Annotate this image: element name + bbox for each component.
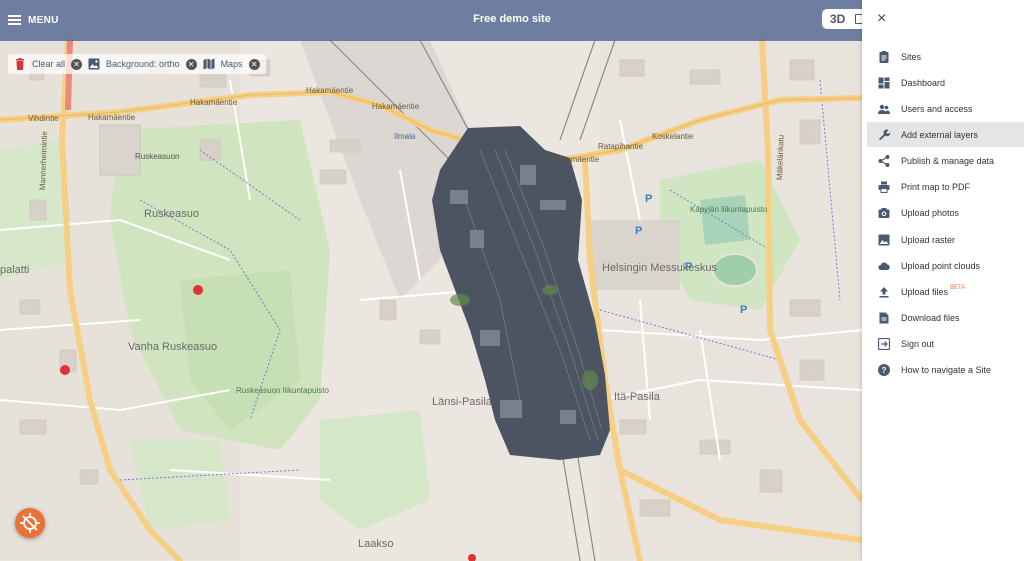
wrench-icon: [879, 129, 890, 140]
upload-icon: [879, 286, 889, 297]
image-icon: [878, 234, 890, 245]
map-label-park: Ruskeasuon liikuntapuisto: [236, 386, 329, 395]
location-disabled-icon: [20, 513, 40, 533]
menu-item-how-to-navigate[interactable]: ? How to navigate a Site: [867, 357, 1024, 382]
layer-chip-bar: Clear all ✕ Background: ortho ✕ Maps ✕: [8, 54, 266, 74]
side-menu-panel: × Sites Dashboard Users and access Add e…: [862, 0, 1024, 561]
map-label-road: Hakamäentie: [372, 102, 420, 111]
menu-item-users-and-access[interactable]: Users and access: [867, 96, 1024, 121]
menu-item-label: Sites: [901, 51, 922, 62]
view-3d-label: 3D: [830, 12, 846, 26]
image-icon: [88, 58, 100, 70]
menu-item-label: Upload photos: [901, 207, 960, 218]
menu-item-upload-raster[interactable]: Upload raster: [867, 227, 1024, 252]
menu-item-label: Print map to PDF: [901, 181, 971, 192]
menu-item-upload-photos[interactable]: Upload photos: [867, 200, 1024, 225]
remove-chip-icon[interactable]: ✕: [71, 58, 83, 70]
close-menu-button[interactable]: ×: [877, 10, 891, 27]
map-label-district: Ruskeasuo: [144, 208, 200, 220]
menu-item-label: How to navigate a Site: [901, 364, 992, 375]
map-label-road: Mäkelänkatu: [775, 134, 786, 181]
remove-chip-icon[interactable]: ✕: [248, 58, 260, 70]
map-label-building: Helsingin Messukeskus: [602, 262, 717, 274]
svg-text:P: P: [645, 193, 652, 205]
menu-item-download-files[interactable]: Download files: [867, 305, 1024, 330]
map-label-district: Laakso: [358, 538, 394, 550]
trash-icon: [16, 58, 24, 70]
map-label-place: Ruskeasuon: [135, 152, 180, 161]
chip-label: Maps: [220, 59, 243, 69]
map-canvas[interactable]: PP PP Hakamäentie Hakamäentie Hakamäenti…: [0, 0, 862, 561]
chip-clear-all[interactable]: Clear all ✕: [14, 58, 83, 70]
menu-item-add-external-layers[interactable]: Add external layers: [867, 122, 1024, 147]
remove-chip-icon[interactable]: ✕: [185, 58, 197, 70]
menu-item-sign-out[interactable]: Sign out: [867, 331, 1024, 356]
view-3d-toggle[interactable]: 3D: [822, 9, 865, 29]
chip-background[interactable]: Background: ortho ✕: [88, 58, 197, 70]
map-label-road: Hakamäentie: [306, 86, 354, 95]
help-icon: ?: [878, 363, 890, 376]
map-label-road: Ratapihantie: [598, 142, 643, 151]
menu-item-label: Publish & manage data: [901, 155, 995, 166]
chip-label: Clear all: [32, 59, 66, 69]
top-bar: MENU Free demo site 3D: [0, 0, 865, 41]
menu-item-upload-point-clouds[interactable]: Upload point clouds: [867, 253, 1024, 278]
menu-item-dashboard[interactable]: Dashboard: [867, 70, 1024, 95]
map-label-road: Hakamäentie: [552, 155, 600, 164]
menu-item-sites[interactable]: Sites: [867, 44, 1024, 69]
beta-badge: BETA: [950, 284, 966, 291]
svg-text:?: ?: [882, 366, 887, 375]
map-label-district: Länsi-Pasila: [432, 396, 492, 408]
menu-item-label: Download files: [901, 312, 960, 323]
map-label-district: Vanha Ruskeasuo: [128, 341, 218, 353]
svg-text:P: P: [740, 304, 747, 316]
chip-maps[interactable]: Maps ✕: [203, 58, 260, 70]
map-label-road: Vihdintie: [28, 114, 59, 123]
sign-out-icon: [878, 337, 890, 350]
map-label-district: palatti: [0, 264, 30, 276]
close-icon: ×: [877, 10, 887, 27]
clipboard-icon: [879, 50, 889, 63]
menu-item-label: Upload point clouds: [901, 260, 981, 271]
menu-item-label: Upload raster: [901, 234, 956, 245]
users-icon: [878, 104, 890, 114]
map-label-district: Itä-Pasila: [614, 391, 660, 403]
printer-icon: [878, 181, 890, 193]
menu-item-label: Users and access: [901, 103, 973, 114]
menu-item-label: Sign out: [901, 338, 935, 349]
menu-item-label: Dashboard: [901, 77, 946, 88]
dashboard-icon: [878, 77, 890, 88]
map-label-station: Ilmala: [394, 132, 416, 141]
map-background: PP PP: [0, 0, 862, 561]
map-label-road: Koskelantie: [652, 132, 694, 141]
svg-text:P: P: [635, 225, 642, 237]
chip-label: Background: ortho: [106, 59, 180, 69]
menu-item-print-map-to-pdf[interactable]: Print map to PDF: [867, 174, 1024, 199]
map-label-road: Hakamäentie: [190, 98, 238, 107]
camera-icon: [878, 207, 890, 218]
menu-item-publish-manage-data[interactable]: Publish & manage data: [867, 148, 1024, 173]
locate-button[interactable]: [15, 508, 45, 538]
cloud-icon: [878, 262, 890, 270]
menu-item-label: Upload files: [901, 286, 949, 297]
share-icon: [878, 154, 890, 167]
map-label-road: Hakamäentie: [88, 113, 136, 122]
menu-item-upload-files[interactable]: Upload files BETA: [867, 279, 1024, 304]
file-icon: [879, 312, 889, 323]
map-label-park: Käpylän liikuntapuisto: [690, 205, 768, 214]
menu-item-label: Add external layers: [901, 129, 979, 140]
map-icon: [203, 58, 215, 70]
